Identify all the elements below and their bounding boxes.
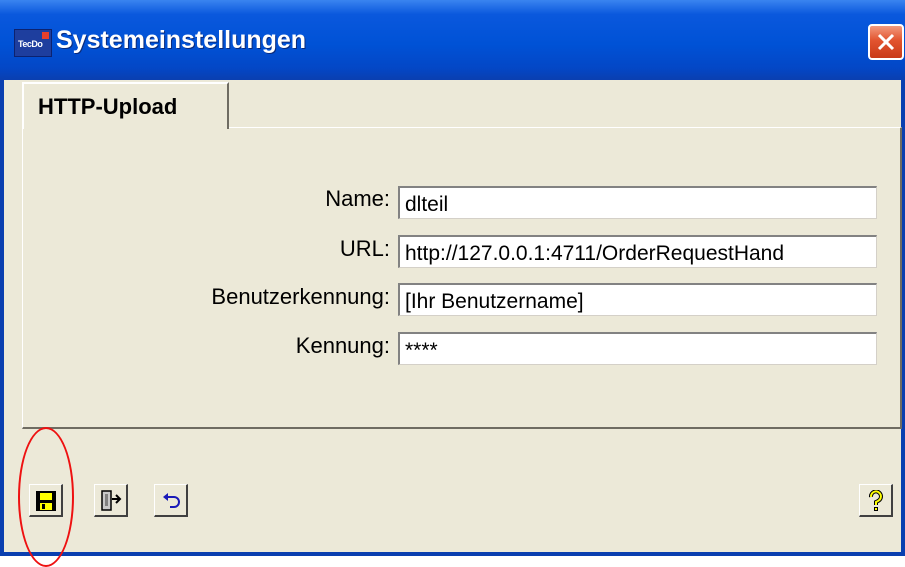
tab-http-upload-label: HTTP-Upload: [38, 94, 178, 119]
tab-http-upload[interactable]: HTTP-Upload: [22, 82, 229, 129]
window-frame-bottom: [0, 552, 905, 567]
tab-panel-http-upload: [22, 127, 902, 429]
name-field[interactable]: [398, 186, 877, 219]
url-label: URL:: [339, 236, 390, 261]
save-button[interactable]: [29, 484, 63, 517]
url-field[interactable]: [398, 235, 877, 268]
toolbar-area: [4, 429, 901, 552]
exit-button[interactable]: [94, 484, 128, 517]
kennung-label: Kennung:: [295, 333, 390, 358]
window-title: Systemeinstellungen: [56, 26, 307, 54]
help-question-icon: [869, 490, 883, 511]
benutzerkennung-label: Benutzerkennung:: [211, 284, 390, 309]
undo-button[interactable]: [154, 484, 188, 517]
save-disk-icon: [36, 491, 56, 511]
close-x-icon: [877, 33, 895, 51]
title-bar[interactable]: TecDo Systemeinstellungen: [0, 0, 905, 80]
close-button[interactable]: [868, 24, 904, 60]
app-logo-icon: TecDo: [14, 29, 52, 57]
name-label: Name:: [325, 186, 390, 211]
undo-arrow-icon: [163, 493, 180, 508]
help-button[interactable]: [859, 484, 893, 517]
exit-door-icon: [101, 490, 122, 511]
kennung-field[interactable]: [398, 332, 877, 365]
benutzerkennung-field[interactable]: [398, 283, 877, 316]
settings-window: TecDo Systemeinstellungen HTTP-Upload Na…: [0, 0, 905, 567]
